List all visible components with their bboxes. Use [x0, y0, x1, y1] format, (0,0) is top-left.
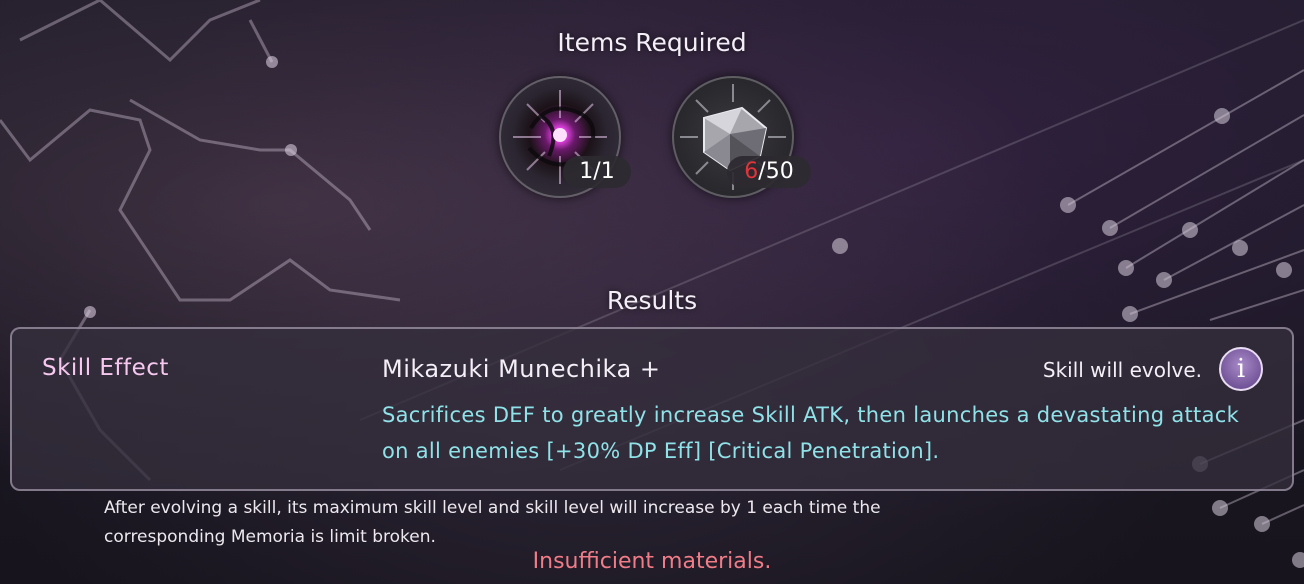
- skill-name: Mikazuki Munechika +: [382, 355, 661, 383]
- info-icon-glyph: i: [1236, 354, 1246, 384]
- crystal-need: /50: [758, 159, 794, 184]
- dark-orb-have: 1: [579, 159, 594, 184]
- dark-orb-need: /1: [593, 159, 615, 184]
- skill-description: Sacrifices DEF to greatly increase Skill…: [382, 403, 1240, 463]
- items-required-title: Items Required: [557, 28, 747, 57]
- evolution-note: After evolving a skill, its maximum skil…: [104, 498, 881, 547]
- crystal-count: 6/50: [727, 156, 811, 188]
- skill-effect-label: Skill Effect: [42, 355, 169, 381]
- crystal-have: 6: [744, 159, 759, 184]
- dark-orb-count: 1/1: [563, 156, 631, 188]
- skill-effect-panel: Skill Effect Mikazuki Munechika + Skill …: [10, 327, 1294, 491]
- skill-evolve-text: Skill will evolve.: [1042, 358, 1202, 382]
- insufficient-materials-warning: Insufficient materials.: [532, 549, 772, 574]
- info-icon[interactable]: i: [1219, 347, 1263, 391]
- results-title: Results: [606, 286, 698, 315]
